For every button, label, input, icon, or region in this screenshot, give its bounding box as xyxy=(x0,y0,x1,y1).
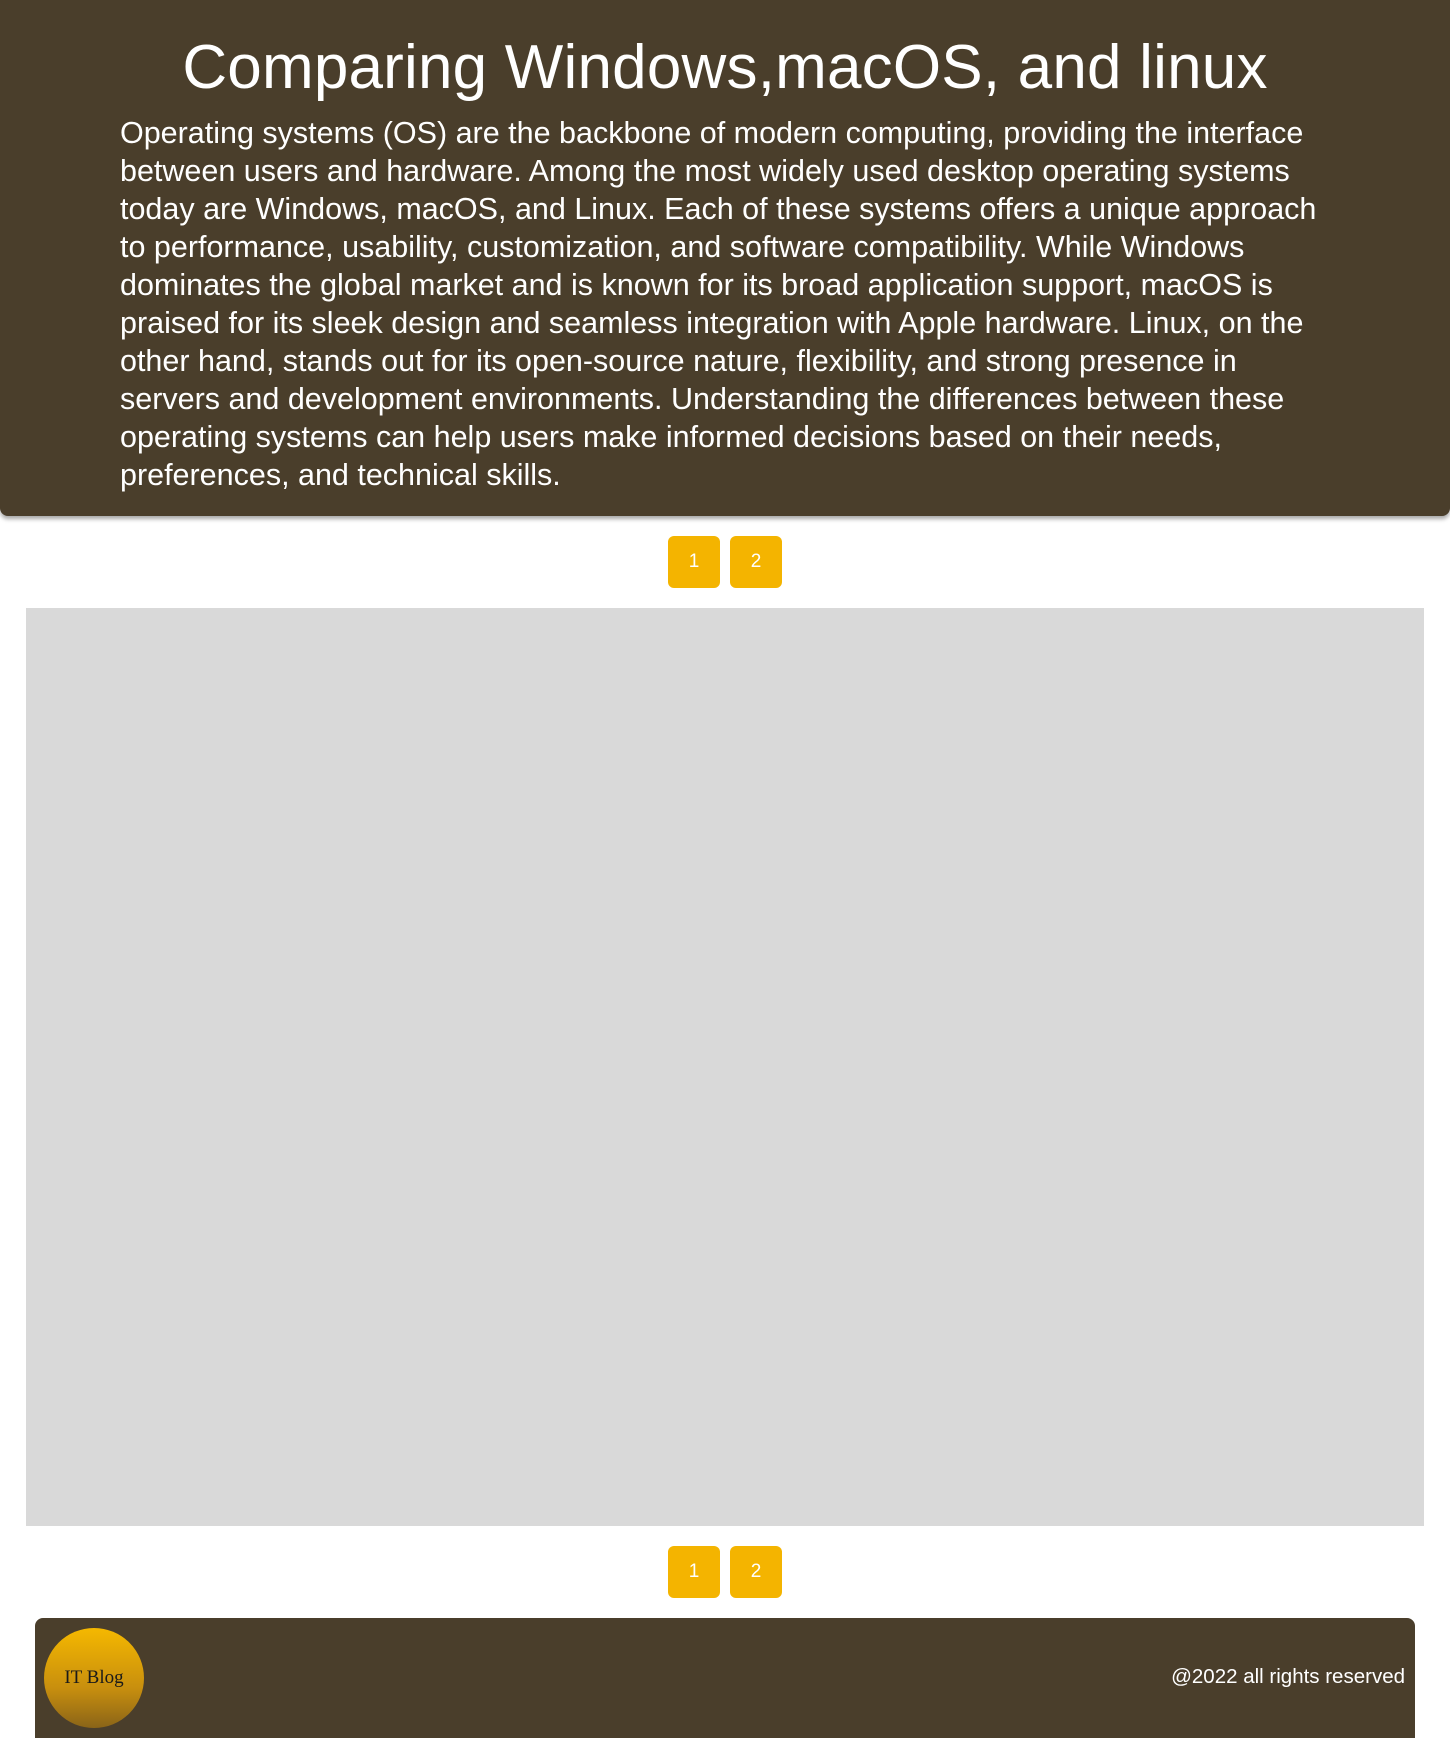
logo-text: IT Blog xyxy=(64,1667,124,1688)
page-footer: IT Blog @2022 all rights reserved xyxy=(35,1618,1415,1738)
page-title: Comparing Windows,macOS, and linux xyxy=(182,33,1268,102)
pagination-top: 1 2 xyxy=(0,536,1450,588)
page-1-button[interactable]: 1 xyxy=(668,536,720,588)
page-2-button[interactable]: 2 xyxy=(730,536,782,588)
copyright-text: @2022 all rights reserved xyxy=(1171,1665,1405,1688)
content-frame xyxy=(26,608,1424,1526)
pagination-bottom: 1 2 xyxy=(0,1546,1450,1598)
page-1-button[interactable]: 1 xyxy=(668,1546,720,1598)
intro-paragraph: Operating systems (OS) are the backbone … xyxy=(120,116,1317,492)
site-logo[interactable]: IT Blog xyxy=(44,1628,144,1728)
page-header: Comparing Windows,macOS, and linux Opera… xyxy=(0,0,1450,516)
page-2-button[interactable]: 2 xyxy=(730,1546,782,1598)
